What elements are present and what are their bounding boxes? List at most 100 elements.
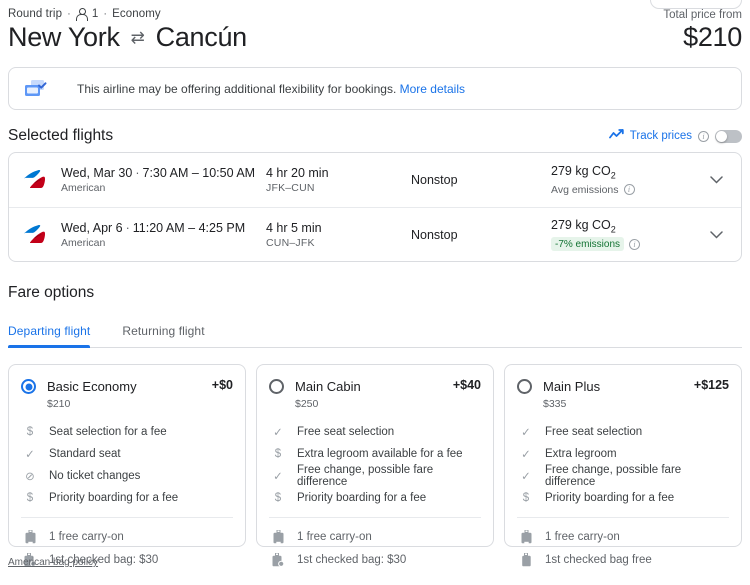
fare-options-title: Fare options — [8, 284, 742, 302]
flight-datetime: Wed, Mar 30· 7:30 AM – 10:50 AM — [61, 166, 266, 180]
fare-feature: ✓ Free change, possible fare difference — [517, 465, 729, 487]
origin-city: New York — [8, 22, 120, 53]
flight-row[interactable]: Wed, Mar 30·7:30 AM – 10:50 AM American … — [9, 153, 741, 207]
fare-card-main-cabin[interactable]: Main Cabin $250 +$40 ✓ Free seat selecti… — [256, 364, 494, 547]
fare-features: ✓ Free seat selection ✓ Extra legroom ✓ … — [517, 421, 729, 509]
fare-bag-label: 1 free carry-on — [297, 531, 372, 543]
tab-returning-flight[interactable]: Returning flight — [122, 315, 220, 347]
fare-name-block: Basic Economy $210 — [47, 378, 212, 410]
flexibility-banner: This airline may be offering additional … — [8, 67, 742, 110]
fare-feature-label: No ticket changes — [49, 470, 140, 482]
info-icon[interactable]: i — [624, 184, 635, 195]
fare-radio-main-plus[interactable] — [517, 379, 532, 394]
no-changes-icon: ⊘ — [21, 469, 39, 483]
info-icon[interactable]: i — [698, 131, 709, 142]
flight-duration-block: 4 hr 5 min CUN–JFK — [266, 221, 411, 249]
person-icon — [76, 8, 87, 20]
flight-airline: American — [61, 182, 266, 194]
flight-row[interactable]: Wed, Apr 6·11:20 AM – 4:25 PM American 4… — [9, 207, 741, 261]
flight-sep: · — [135, 166, 139, 180]
fare-feature: ✓ Extra legroom — [517, 443, 729, 465]
passenger-count[interactable]: 1 — [92, 8, 99, 20]
chevron-down-icon[interactable] — [705, 231, 727, 239]
fare-radio-main-cabin[interactable] — [269, 379, 284, 394]
page-header: Round trip · 1 · Economy New York ⇄ Canc… — [8, 0, 742, 53]
fare-card-main-plus[interactable]: Main Plus $335 +$125 ✓ Free seat selecti… — [504, 364, 742, 547]
tab-departing-flight[interactable]: Departing flight — [8, 315, 106, 347]
swap-arrows-icon: ⇄ — [131, 28, 145, 48]
fare-bag-row: 1 free carry-on — [21, 525, 233, 548]
fare-bag-row: 1st checked bag free — [517, 548, 729, 571]
flight-duration: 4 hr 5 min — [266, 221, 411, 235]
fare-name: Main Plus — [543, 379, 600, 394]
fare-cards: Basic Economy $210 +$0 $ Seat selection … — [8, 364, 742, 547]
total-price-block: Total price from $210 — [663, 8, 742, 53]
fare-features: $ Seat selection for a fee ✓ Standard se… — [21, 421, 233, 509]
flight-times: 11:20 AM – 4:25 PM — [133, 221, 245, 235]
fare-feature: ✓ Free seat selection — [517, 421, 729, 443]
fare-card-header: Main Plus $335 +$125 — [517, 378, 729, 410]
track-prices-control[interactable]: Track prices i — [609, 127, 742, 145]
page-title: New York ⇄ Cancún — [8, 22, 247, 53]
fare-feature-label: Priority boarding for a fee — [545, 492, 674, 504]
flight-stops: Nonstop — [411, 173, 551, 187]
fare-name: Main Cabin — [295, 379, 361, 394]
destination-city: Cancún — [156, 22, 247, 53]
flight-emissions-note: Avg emissions — [551, 184, 619, 196]
trip-meta: Round trip · 1 · Economy — [8, 8, 247, 20]
fare-features: ✓ Free seat selection $ Extra legroom av… — [269, 421, 481, 509]
fare-card-header: Main Cabin $250 +$40 — [269, 378, 481, 410]
fare-name: Basic Economy — [47, 379, 137, 394]
track-prices-toggle[interactable] — [715, 130, 742, 143]
flight-emissions-block: 279 kg CO2 Avg emissions i — [551, 164, 705, 196]
fare-feature-label: Standard seat — [49, 448, 121, 460]
fare-card-basic-economy[interactable]: Basic Economy $210 +$0 $ Seat selection … — [8, 364, 246, 547]
fare-feature: ✓ Free change, possible fare difference — [269, 465, 481, 487]
carry-on-bag-icon — [517, 530, 535, 544]
trip-type[interactable]: Round trip — [8, 8, 62, 20]
fare-options-tabs: Departing flight Returning flight — [8, 315, 742, 348]
fare-feature: $ Extra legroom available for a fee — [269, 443, 481, 465]
info-icon[interactable]: i — [629, 239, 640, 250]
flight-booking-page: Round trip · 1 · Economy New York ⇄ Canc… — [0, 0, 750, 570]
check-icon: ✓ — [517, 425, 535, 439]
fare-card-header: Basic Economy $210 +$0 — [21, 378, 233, 410]
fare-feature: $ Priority boarding for a fee — [21, 487, 233, 509]
fare-feature-label: Free seat selection — [545, 426, 642, 438]
flight-datetime: Wed, Apr 6·11:20 AM – 4:25 PM — [61, 221, 266, 235]
fare-price: $250 — [295, 398, 453, 410]
carry-on-bag-icon — [269, 530, 287, 544]
flight-emissions-note-row: Avg emissions i — [551, 184, 705, 196]
fare-name-block: Main Cabin $250 — [295, 378, 453, 410]
flight-route-codes: JFK–CUN — [266, 182, 411, 194]
check-icon: ✓ — [269, 469, 287, 483]
checked-bag-fee-icon — [269, 553, 287, 567]
meta-separator-2: · — [103, 8, 107, 20]
fare-feature-label: Extra legroom available for a fee — [297, 448, 463, 460]
trending-up-icon — [609, 127, 624, 145]
cabin-class[interactable]: Economy — [112, 8, 161, 20]
fare-price: $335 — [543, 398, 694, 410]
american-airlines-logo — [21, 167, 51, 193]
more-details-link[interactable]: More details — [400, 82, 465, 96]
flight-stops: Nonstop — [411, 228, 551, 242]
fare-feature: $ Seat selection for a fee — [21, 421, 233, 443]
fare-feature: ✓ Standard seat — [21, 443, 233, 465]
fare-feature-label: Free change, possible fare difference — [545, 464, 729, 488]
flexible-booking-icon — [23, 78, 51, 100]
bag-policy-link[interactable]: American bag policy — [8, 557, 98, 568]
dollar-icon: $ — [269, 492, 287, 504]
selected-flights-title: Selected flights — [8, 127, 113, 145]
flight-times: 7:30 AM – 10:50 AM — [143, 166, 256, 180]
check-icon: ✓ — [517, 469, 535, 483]
chevron-down-icon[interactable] — [705, 176, 727, 184]
flight-airline: American — [61, 237, 266, 249]
flight-emissions-note-row: -7% emissions i — [551, 237, 705, 251]
trip-summary: Round trip · 1 · Economy New York ⇄ Canc… — [8, 8, 247, 53]
selected-flights-list: Wed, Mar 30·7:30 AM – 10:50 AM American … — [8, 152, 742, 262]
flight-duration: 4 hr 20 min — [266, 166, 411, 180]
partial-chip-top[interactable] — [650, 0, 742, 9]
flight-date: Wed, Mar 30 — [61, 166, 132, 180]
check-icon: ✓ — [21, 447, 39, 461]
fare-radio-basic-economy[interactable] — [21, 379, 36, 394]
